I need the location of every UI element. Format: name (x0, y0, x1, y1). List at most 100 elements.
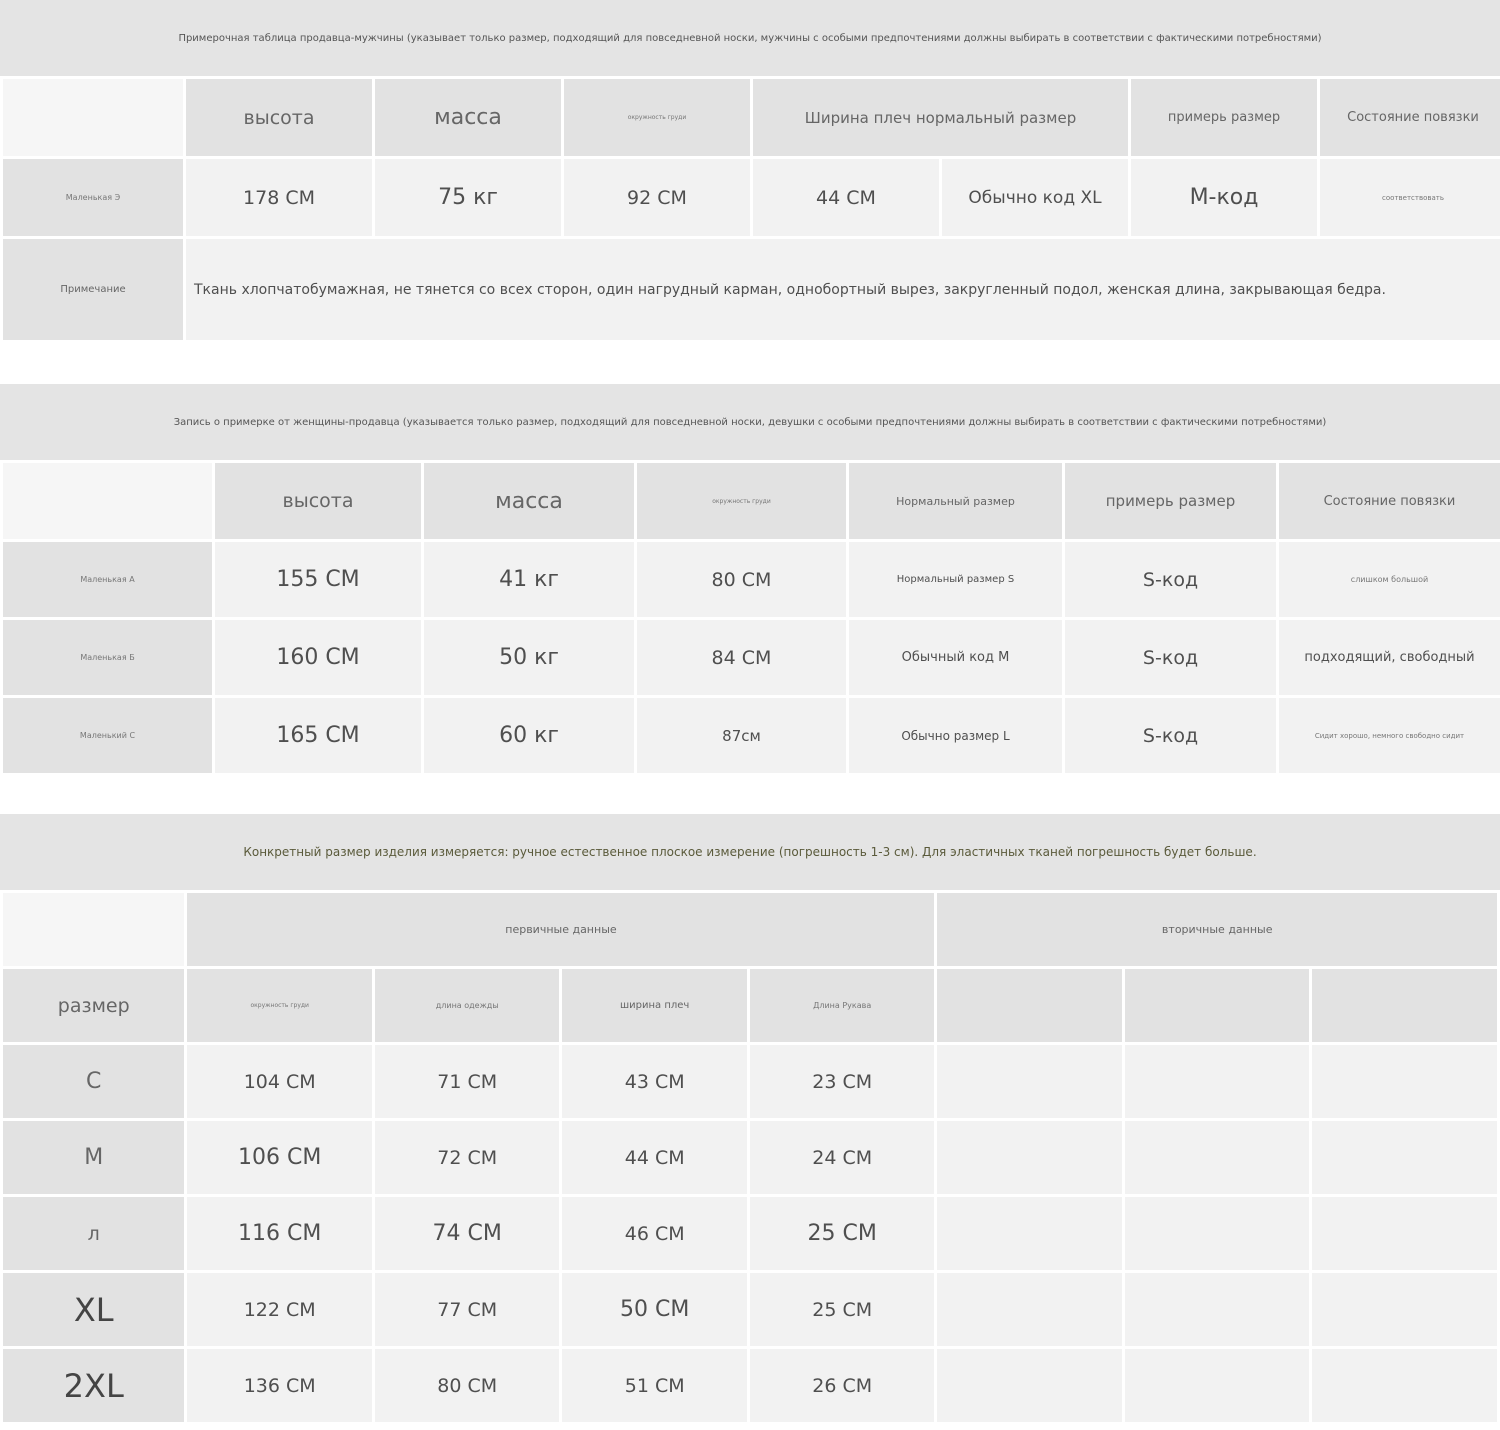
women-header-height: высота (215, 463, 421, 539)
women-header-fit: Состояние повязки (1279, 463, 1500, 539)
product-cell-length: 74 CM (374, 1197, 560, 1270)
product-header-secondary-3 (1312, 969, 1497, 1042)
product-secondary-label: вторичные данные (937, 893, 1497, 966)
men-note-label: Примечание (3, 239, 183, 340)
product-cell-secondary (937, 1349, 1122, 1422)
women-cell-tried-size: S-код (1065, 698, 1276, 773)
product-cell-shoulder: 51 CM (562, 1349, 747, 1422)
women-cell-chest: 80 CM (637, 542, 846, 617)
product-cell-secondary (1312, 1045, 1497, 1118)
product-cell-secondary (1312, 1121, 1497, 1194)
product-cell-secondary (1312, 1273, 1497, 1346)
product-size: 2XL (3, 1349, 185, 1422)
product-caption-band: Конкретный размер изделия измеряется: ру… (0, 814, 1500, 890)
product-header-sleeve: Длина Рукава (749, 969, 935, 1042)
men-cell-tried-size: M-код (1131, 159, 1318, 236)
women-cell-normal-size: Обычный код M (849, 620, 1062, 695)
women-cell-weight: 41 кг (424, 542, 634, 617)
product-cell-sleeve: 23 CM (749, 1045, 935, 1118)
women-cell-chest: 84 CM (637, 620, 846, 695)
product-cell-secondary (1124, 1121, 1310, 1194)
men-header-fit: Состояние повязки (1320, 79, 1500, 156)
women-cell-weight: 60 кг (424, 698, 634, 773)
women-row-label: Маленькая Б (3, 620, 212, 695)
women-row: Маленькая А 155 CM 41 кг 80 CM Нормальны… (3, 542, 1500, 617)
product-cell-shoulder: 43 CM (562, 1045, 747, 1118)
product-header-shoulder: ширина плеч (562, 969, 747, 1042)
men-cell-height: 178 CM (186, 159, 372, 236)
product-cell-secondary (937, 1273, 1122, 1346)
men-header-weight: масса (375, 79, 561, 156)
men-header-tried-size: примерь размер (1131, 79, 1318, 156)
product-caption: Конкретный размер изделия измеряется: ру… (243, 845, 1257, 859)
women-cell-fit: подходящий, свободный (1279, 620, 1500, 695)
product-row: С 104 CM 71 CM 43 CM 23 CM (3, 1045, 1497, 1118)
men-cell-shoulder: 44 CM (753, 159, 939, 236)
product-cell-secondary (1124, 1045, 1310, 1118)
product-cell-secondary (1124, 1197, 1310, 1270)
women-cell-chest: 87см (637, 698, 846, 773)
women-cell-weight: 50 кг (424, 620, 634, 695)
product-header-length: длина одежды (374, 969, 560, 1042)
women-row: Маленькая Б 160 CM 50 кг 84 CM Обычный к… (3, 620, 1500, 695)
women-row-label: Маленький С (3, 698, 212, 773)
men-caption: Примерочная таблица продавца-мужчины (ук… (178, 32, 1322, 44)
product-cell-length: 80 CM (374, 1349, 560, 1422)
product-row: л 116 CM 74 CM 46 CM 25 CM (3, 1197, 1497, 1270)
product-header-chest: окружность груди (187, 969, 372, 1042)
product-row: XL 122 CM 77 CM 50 CM 25 CM (3, 1273, 1497, 1346)
women-header-chest: окружность груди (637, 463, 846, 539)
men-header-height: высота (186, 79, 372, 156)
product-size: XL (3, 1273, 185, 1346)
product-corner-cell (3, 893, 185, 966)
men-cell-normal-size: Обычно код XL (942, 159, 1129, 236)
women-corner-cell (3, 463, 212, 539)
product-cell-chest: 122 CM (187, 1273, 372, 1346)
women-cell-normal-size: Нормальный размер S (849, 542, 1062, 617)
men-corner-cell (3, 79, 183, 156)
product-cell-shoulder: 44 CM (562, 1121, 747, 1194)
product-size-label: размер (3, 969, 185, 1042)
women-cell-tried-size: S-код (1065, 620, 1276, 695)
women-caption-band: Запись о примерке от женщины-продавца (у… (0, 384, 1500, 460)
women-header-tried-size: примерь размер (1065, 463, 1276, 539)
product-cell-sleeve: 25 CM (749, 1197, 935, 1270)
product-cell-chest: 136 CM (187, 1349, 372, 1422)
men-cell-weight: 75 кг (375, 159, 561, 236)
women-cell-tried-size: S-код (1065, 542, 1276, 617)
women-cell-height: 165 CM (215, 698, 421, 773)
product-cell-shoulder: 46 CM (562, 1197, 747, 1270)
product-row: 2XL 136 CM 80 CM 51 CM 26 CM (3, 1349, 1497, 1422)
women-cell-normal-size: Обычно размер L (849, 698, 1062, 773)
product-size: С (3, 1045, 185, 1118)
product-cell-secondary (1124, 1349, 1310, 1422)
product-cell-secondary (1312, 1197, 1497, 1270)
product-size: M (3, 1121, 185, 1194)
men-cell-fit: соответствовать (1320, 159, 1500, 236)
women-header-weight: масса (424, 463, 634, 539)
product-cell-shoulder: 50 CM (562, 1273, 747, 1346)
men-row-label: Маленькая Э (3, 159, 183, 236)
product-size: л (3, 1197, 185, 1270)
product-cell-sleeve: 25 CM (749, 1273, 935, 1346)
men-cell-chest: 92 CM (564, 159, 750, 236)
product-cell-length: 71 CM (374, 1045, 560, 1118)
product-cell-secondary (937, 1121, 1122, 1194)
women-fit-table: высота масса окружность груди Нормальный… (0, 460, 1500, 776)
product-cell-sleeve: 24 CM (749, 1121, 935, 1194)
women-row: Маленький С 165 CM 60 кг 87см Обычно раз… (3, 698, 1500, 773)
product-header-secondary-1 (937, 969, 1122, 1042)
product-cell-secondary (937, 1045, 1122, 1118)
men-header-shoulder: Ширина плеч нормальный размер (753, 79, 1129, 156)
product-cell-secondary (1124, 1273, 1310, 1346)
product-row: M 106 CM 72 CM 44 CM 24 CM (3, 1121, 1497, 1194)
men-header-chest: окружность груди (564, 79, 750, 156)
product-cell-chest: 104 CM (187, 1045, 372, 1118)
men-caption-band: Примерочная таблица продавца-мужчины (ук… (0, 0, 1500, 76)
men-fit-table: высота масса окружность груди Ширина пле… (0, 76, 1500, 343)
product-primary-label: первичные данные (187, 893, 935, 966)
women-cell-fit: Сидит хорошо, немного свободно сидит (1279, 698, 1500, 773)
men-note-text: Ткань хлопчатобумажная, не тянется со вс… (186, 239, 1500, 340)
product-cell-secondary (937, 1197, 1122, 1270)
women-cell-height: 155 CM (215, 542, 421, 617)
